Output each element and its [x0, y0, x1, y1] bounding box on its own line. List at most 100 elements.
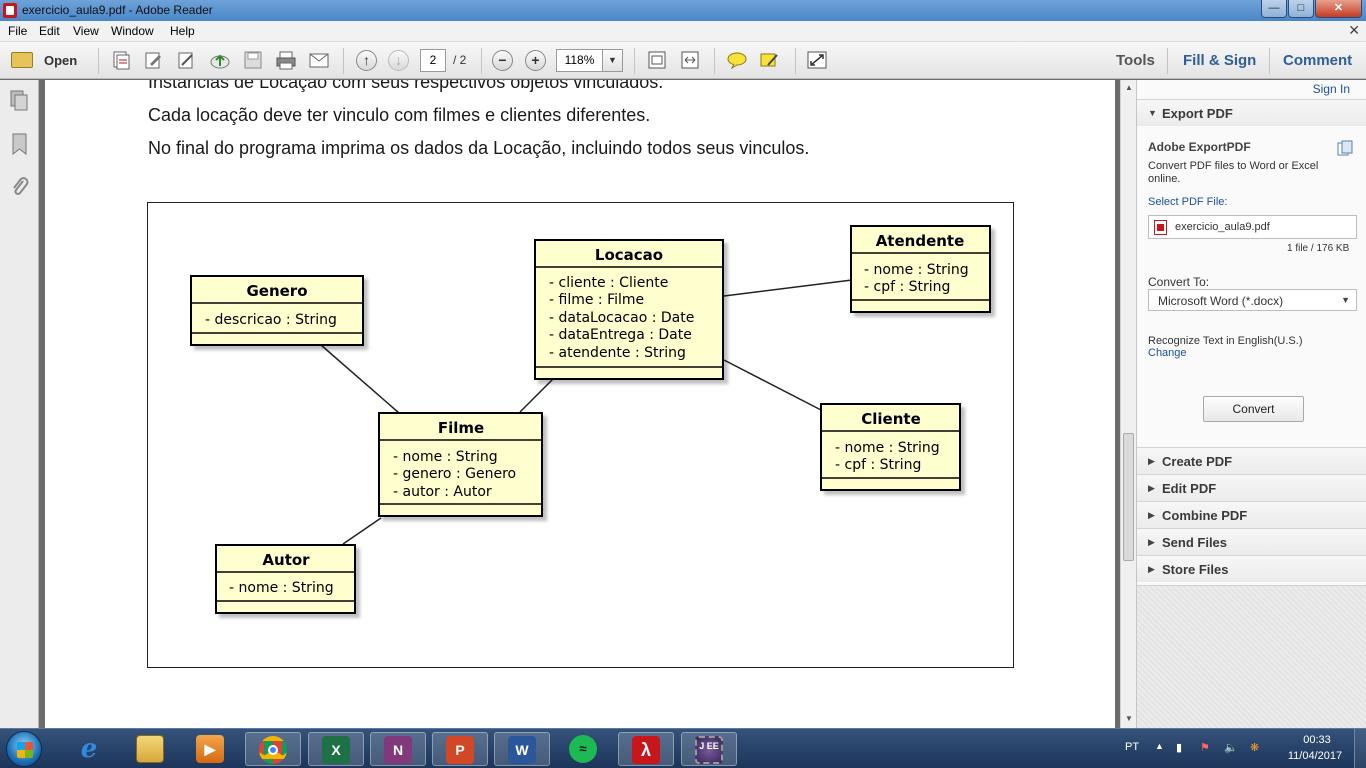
- zoom-in-button[interactable]: +: [525, 50, 546, 71]
- taskbar-chrome[interactable]: [245, 732, 301, 766]
- class-genero-attr-1: - descricao : String: [205, 312, 337, 328]
- combine-pdf-label: Combine PDF: [1162, 508, 1248, 523]
- taskbar-media-player[interactable]: ▶: [183, 732, 239, 766]
- email-icon[interactable]: [308, 50, 330, 70]
- edit-pdf-header[interactable]: ▶ Edit PDF: [1137, 474, 1366, 501]
- taskbar-adobe-reader[interactable]: λ: [618, 732, 674, 766]
- tray-volume-icon[interactable]: 🔈: [1224, 741, 1238, 754]
- comment-tab[interactable]: Comment: [1283, 52, 1352, 69]
- zoom-dropdown-icon[interactable]: ▼: [603, 49, 623, 72]
- sticky-note-icon[interactable]: [726, 50, 748, 70]
- taskbar-internet-explorer[interactable]: e: [62, 732, 118, 766]
- close-document-icon[interactable]: ✕: [1348, 22, 1360, 39]
- pdf-file-icon: [1154, 220, 1167, 235]
- menu-edit[interactable]: Edit: [39, 24, 60, 38]
- minimize-button[interactable]: —: [1261, 0, 1287, 18]
- export-info-icon[interactable]: [1337, 140, 1353, 156]
- save-icon[interactable]: [242, 50, 264, 70]
- tray-update-icon[interactable]: ❋: [1250, 741, 1259, 754]
- menu-view[interactable]: View: [73, 24, 99, 38]
- adobe-reader-icon: [3, 3, 17, 18]
- print-icon[interactable]: [275, 50, 297, 70]
- page-number-input[interactable]: 2: [420, 49, 446, 72]
- open-label: Open: [44, 53, 78, 68]
- word-icon: W: [508, 736, 536, 764]
- class-cliente-name: Cliente: [861, 410, 921, 428]
- menu-window[interactable]: Window: [111, 24, 154, 38]
- menu-file[interactable]: File: [8, 24, 27, 38]
- fit-width-icon[interactable]: [679, 50, 701, 70]
- taskbar-powerpoint[interactable]: P: [432, 732, 488, 766]
- class-cliente-attr-1: - nome : String: [835, 440, 940, 456]
- spotify-icon: ≈: [569, 735, 597, 763]
- scroll-down-icon[interactable]: ▼: [1125, 714, 1133, 723]
- onenote-icon: N: [384, 736, 412, 764]
- tray-network-icon[interactable]: ⚑: [1200, 741, 1210, 754]
- convert-button[interactable]: Convert: [1203, 396, 1304, 422]
- page-thumbnails-icon[interactable]: [10, 90, 29, 112]
- sign-document-icon[interactable]: [176, 50, 198, 70]
- class-locacao-attr-3: - dataLocacao : Date: [549, 310, 694, 326]
- sign-in-link[interactable]: Sign In: [1313, 82, 1350, 96]
- edit-document-icon[interactable]: [143, 50, 165, 70]
- class-filme-attr-3: - autor : Autor: [393, 484, 492, 500]
- clock-time[interactable]: 00:33: [1297, 734, 1337, 746]
- previous-page-button[interactable]: ↑: [356, 50, 377, 71]
- tray-show-hidden-icon[interactable]: ▲: [1155, 741, 1164, 751]
- combine-pdf-header[interactable]: ▶ Combine PDF: [1137, 501, 1366, 528]
- zoom-out-button[interactable]: −: [492, 50, 513, 71]
- class-atendente-attr-1: - nome : String: [864, 262, 969, 278]
- selected-pdf-file[interactable]: exercicio_aula9.pdf: [1148, 215, 1357, 239]
- fit-page-icon[interactable]: [646, 50, 668, 70]
- cloud-upload-icon[interactable]: [209, 50, 231, 70]
- taskbar-word[interactable]: W: [494, 732, 550, 766]
- convert-to-label: Convert To:: [1148, 275, 1210, 289]
- document-scrollbar[interactable]: ▲ ▼: [1120, 80, 1136, 728]
- open-button[interactable]: Open: [8, 48, 92, 73]
- send-files-header[interactable]: ▶ Send Files: [1137, 528, 1366, 555]
- create-pdf-header[interactable]: ▶ Create PDF: [1137, 447, 1366, 474]
- taskbar-onenote[interactable]: N: [370, 732, 426, 766]
- clock-date[interactable]: 11/04/2017: [1283, 750, 1347, 762]
- folder-icon: [11, 52, 33, 68]
- fill-sign-tab[interactable]: Fill & Sign: [1183, 52, 1256, 69]
- tray-device-icon[interactable]: ▮: [1176, 741, 1182, 754]
- page-total: / 2: [453, 53, 467, 67]
- document-line-2: Cada locação deve ter vinculo com filmes…: [148, 105, 651, 125]
- convert-to-dropdown[interactable]: Microsoft Word (*.docx) ▼: [1148, 289, 1357, 311]
- document-view[interactable]: Instâncias de Locação com seus respectiv…: [40, 80, 1120, 728]
- attachments-icon[interactable]: [10, 176, 29, 198]
- bookmarks-icon[interactable]: [10, 133, 29, 155]
- maximize-button[interactable]: □: [1288, 0, 1314, 18]
- class-filme-attr-2: - genero : Genero: [393, 466, 516, 482]
- taskbar-spotify[interactable]: ≈: [556, 732, 612, 766]
- document-line-3: No final do programa imprima os dados da…: [148, 138, 810, 158]
- full-screen-icon[interactable]: [806, 50, 828, 70]
- menu-bar: File Edit View Window Help ✕: [0, 21, 1366, 42]
- taskbar-file-explorer[interactable]: [123, 732, 179, 766]
- scrollbar-thumb[interactable]: [1123, 433, 1134, 561]
- next-page-button[interactable]: ↓: [388, 50, 409, 71]
- taskbar-excel[interactable]: X: [308, 732, 364, 766]
- tray-language[interactable]: PT: [1125, 741, 1139, 753]
- class-atendente-name: Atendente: [876, 232, 965, 250]
- change-language-link[interactable]: Change: [1148, 347, 1187, 359]
- start-button[interactable]: [6, 731, 42, 767]
- close-button[interactable]: ✕: [1315, 0, 1362, 18]
- taskbar-java-ee-ide[interactable]: J EE: [681, 732, 737, 766]
- export-pdf-header[interactable]: ▼ Export PDF: [1137, 99, 1366, 126]
- store-files-header[interactable]: ▶ Store Files: [1137, 555, 1366, 582]
- highlight-text-icon[interactable]: [759, 50, 781, 70]
- tools-tab[interactable]: Tools: [1116, 52, 1155, 69]
- menu-help[interactable]: Help: [170, 24, 195, 38]
- association-filme-locacao: [519, 378, 554, 413]
- export-description-1: Convert PDF files to Word or Excel: [1148, 160, 1319, 172]
- show-desktop-button[interactable]: [1354, 729, 1366, 768]
- zoom-input[interactable]: 118%: [556, 49, 603, 72]
- class-genero: Genero - descricao : String: [190, 275, 364, 346]
- association-locacao-atendente: [723, 279, 853, 297]
- scroll-up-icon[interactable]: ▲: [1125, 83, 1133, 92]
- window-title: exercicio_aula9.pdf - Adobe Reader: [22, 3, 213, 17]
- class-atendente-attr-2: - cpf : String: [864, 279, 950, 295]
- create-pdf-icon[interactable]: [110, 50, 132, 70]
